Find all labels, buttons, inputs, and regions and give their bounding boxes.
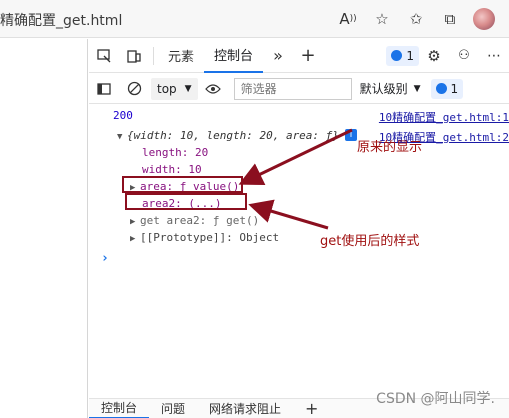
arrow-after [248,199,329,230]
drawer-tab-network-blocking[interactable]: 网络请求阻止 [197,399,293,418]
annotation-after-get: get使用后的样式 [320,234,420,249]
watermark: CSDN @阿山同学. [376,391,495,407]
annotation-original: 原来的显示 [357,140,423,155]
arrow-original [238,128,353,186]
annotation-arrows [238,128,353,230]
add-drawer-tab-icon[interactable]: + [293,399,330,418]
drawer-tab-issues[interactable]: 问题 [149,399,197,418]
drawer-tab-console[interactable]: 控制台 [89,399,150,418]
